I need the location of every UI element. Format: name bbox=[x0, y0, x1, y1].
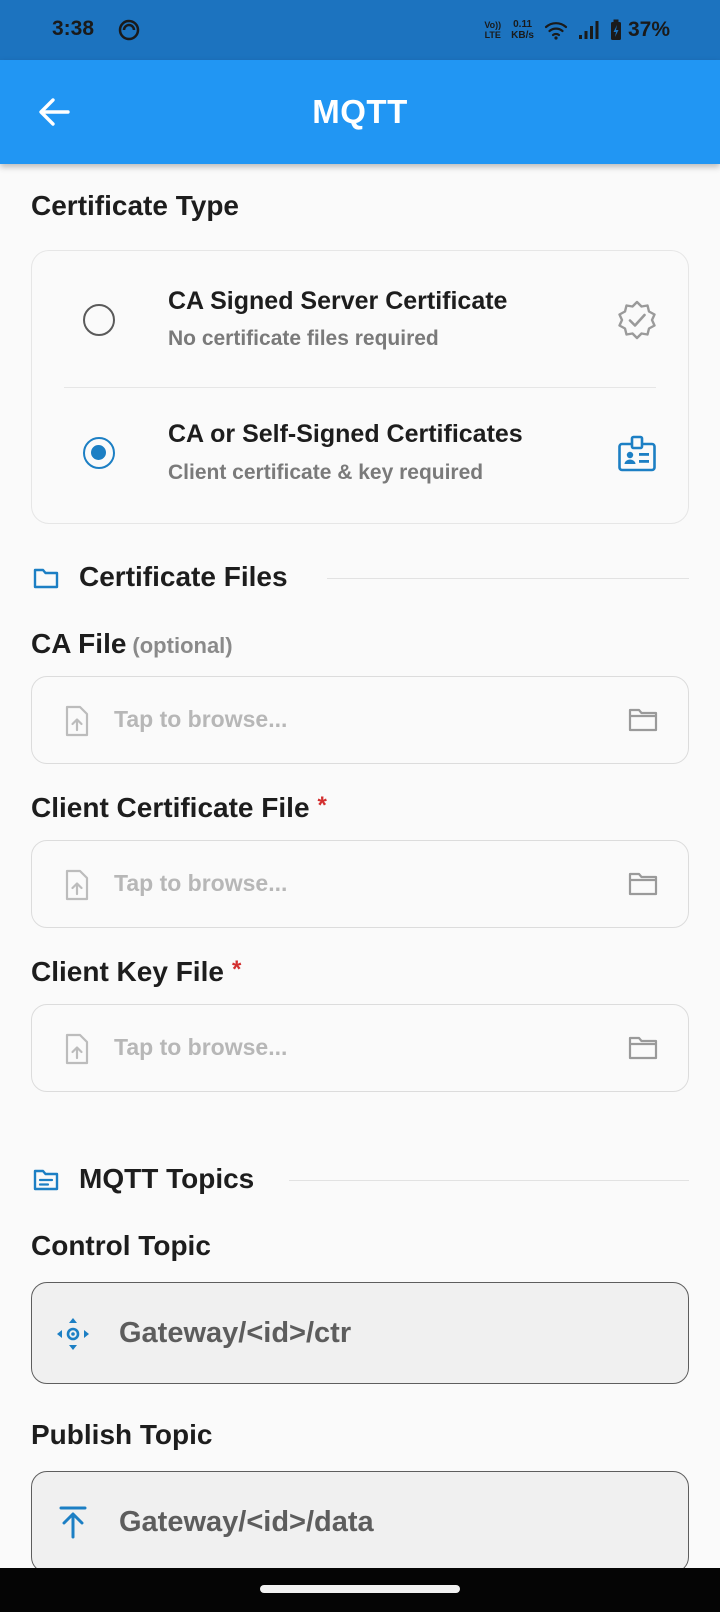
battery-charging-icon bbox=[610, 19, 621, 40]
sync-icon bbox=[118, 19, 140, 41]
publish-topic-input[interactable]: Gateway/<id>/data bbox=[31, 1471, 689, 1568]
topic-icon bbox=[33, 1169, 59, 1191]
file-placeholder: Tap to browse... bbox=[114, 706, 288, 732]
client-cert-label-text: Client Certificate File bbox=[31, 792, 310, 823]
client-cert-label: Client Certificate File * bbox=[31, 792, 327, 824]
badge-id-icon bbox=[618, 435, 656, 472]
control-topic-label: Control Topic bbox=[31, 1230, 211, 1261]
option-description: Client certificate & key required bbox=[168, 461, 484, 484]
move-arrows-icon bbox=[57, 1318, 89, 1350]
mqtt-topics-title: MQTT Topics bbox=[79, 1163, 255, 1194]
signal-icon bbox=[578, 21, 599, 39]
section-divider bbox=[289, 1180, 689, 1181]
status-indicators: Vo)) LTE 0.11 KB/s 37% bbox=[484, 14, 670, 46]
file-upload-icon bbox=[65, 1033, 89, 1065]
file-placeholder: Tap to browse... bbox=[114, 1034, 288, 1060]
radio-ca-signed[interactable] bbox=[83, 304, 115, 336]
battery-percent: 37% bbox=[627, 18, 670, 41]
section-divider bbox=[327, 578, 689, 579]
control-topic-input[interactable]: Gateway/<id>/ctr bbox=[31, 1282, 689, 1384]
file-upload-icon bbox=[65, 869, 89, 901]
certificate-files-header: Certificate Files bbox=[31, 558, 689, 598]
app-bar: MQTT bbox=[0, 60, 720, 164]
client-key-picker[interactable]: Tap to browse... bbox=[31, 1004, 689, 1092]
verified-badge-icon bbox=[618, 300, 656, 340]
file-upload-icon bbox=[65, 705, 89, 737]
home-gesture-handle[interactable] bbox=[260, 1585, 460, 1593]
navigation-bar bbox=[0, 1568, 720, 1612]
file-placeholder: Tap to browse... bbox=[114, 870, 288, 896]
client-cert-picker[interactable]: Tap to browse... bbox=[31, 840, 689, 928]
client-key-label-text: Client Key File bbox=[31, 956, 224, 987]
wifi-icon bbox=[544, 22, 568, 40]
ca-file-label: CA File (optional) bbox=[31, 628, 233, 660]
network-speed-value: 0.11 bbox=[513, 19, 533, 30]
control-topic-value: Gateway/<id>/ctr bbox=[119, 1317, 352, 1349]
mqtt-topics-header: MQTT Topics bbox=[31, 1160, 689, 1200]
folder-icon bbox=[33, 568, 59, 589]
ca-file-picker[interactable]: Tap to browse... bbox=[31, 676, 689, 764]
network-speed-unit: KB/s bbox=[511, 30, 534, 41]
client-key-label: Client Key File * bbox=[31, 956, 241, 988]
page-title: MQTT bbox=[312, 93, 408, 130]
publish-topic-value: Gateway/<id>/data bbox=[119, 1506, 374, 1538]
folder-browse-icon[interactable] bbox=[628, 707, 658, 733]
certificate-option-self-signed[interactable]: CA or Self-Signed Certificates Client ce… bbox=[32, 387, 688, 521]
certificate-files-title: Certificate Files bbox=[79, 561, 288, 592]
certificate-type-card: CA Signed Server Certificate No certific… bbox=[31, 250, 689, 524]
optional-hint: (optional) bbox=[132, 633, 233, 658]
ca-file-label-text: CA File bbox=[31, 628, 127, 659]
radio-self-signed[interactable] bbox=[83, 437, 115, 469]
certificate-type-title: Certificate Type bbox=[31, 190, 239, 221]
option-name: CA or Self-Signed Certificates bbox=[168, 420, 523, 448]
publish-topic-label: Publish Topic bbox=[31, 1419, 213, 1450]
option-name: CA Signed Server Certificate bbox=[168, 287, 508, 315]
required-mark: * bbox=[317, 792, 327, 819]
settings-content[interactable]: Certificate Type CA Signed Server Certif… bbox=[0, 164, 720, 1568]
status-time: 3:38 bbox=[52, 17, 95, 40]
status-bar: 3:38 Vo)) LTE 0.11 KB/s 37% bbox=[0, 0, 720, 60]
volte-bottom: LTE bbox=[484, 30, 501, 40]
required-mark: * bbox=[231, 956, 242, 983]
option-description: No certificate files required bbox=[168, 327, 439, 350]
certificate-option-ca-signed[interactable]: CA Signed Server Certificate No certific… bbox=[32, 251, 688, 385]
upload-icon bbox=[59, 1506, 87, 1539]
volte-top: Vo)) bbox=[484, 20, 502, 30]
volte-indicator: Vo)) LTE bbox=[484, 20, 501, 40]
folder-browse-icon[interactable] bbox=[628, 1035, 658, 1061]
folder-browse-icon[interactable] bbox=[628, 871, 658, 897]
network-speed: 0.11 KB/s bbox=[511, 19, 534, 41]
